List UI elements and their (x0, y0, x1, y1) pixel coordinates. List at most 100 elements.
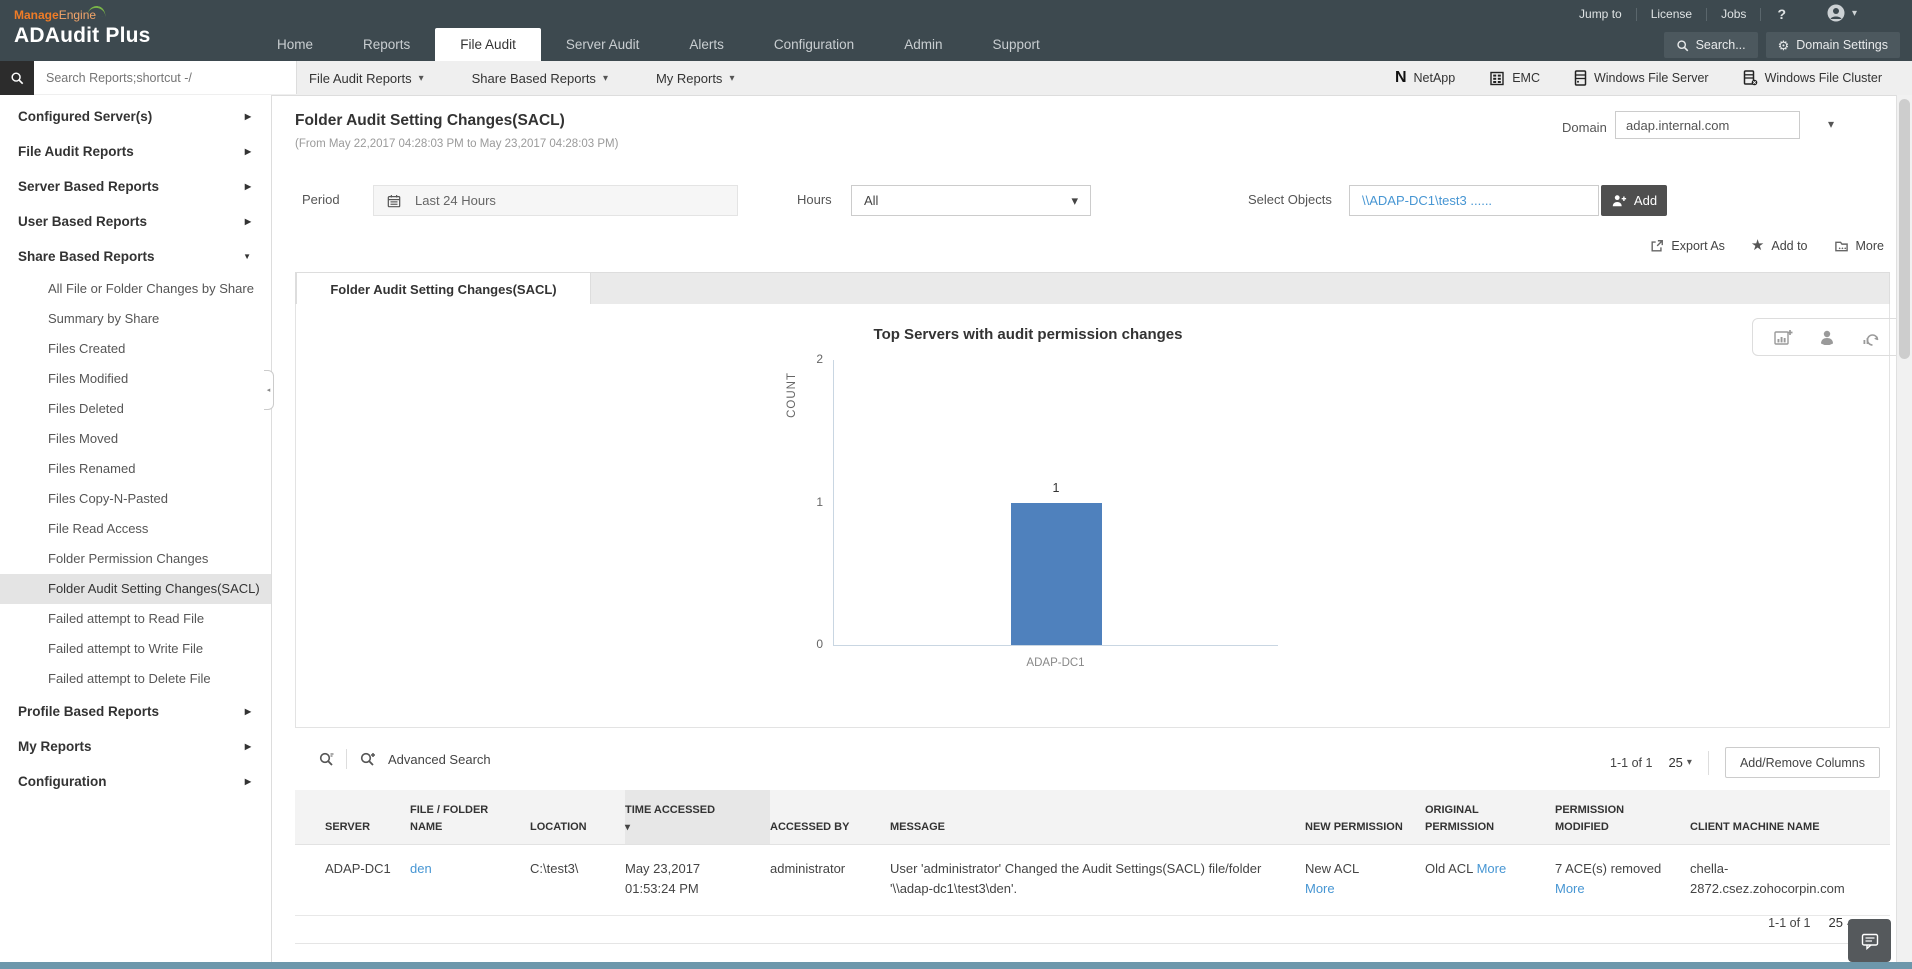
platform-windows-file-cluster[interactable]: Windows File Cluster (1743, 70, 1882, 86)
bar-adap-dc1[interactable] (1010, 502, 1102, 645)
menu-file-audit-reports[interactable]: File Audit Reports ▾ (285, 71, 448, 86)
column-header-server[interactable]: SERVER (325, 790, 410, 844)
sidebar-section-server-based-reports[interactable]: Server Based Reports ▶ (0, 169, 271, 204)
add-to-label: Add to (1771, 238, 1808, 253)
platform-netapp[interactable]: N NetApp (1395, 69, 1455, 87)
refresh-chart-icon[interactable] (1862, 329, 1880, 346)
nav-tab-file-audit[interactable]: File Audit (435, 28, 541, 61)
y-axis-tick-1: 1 (816, 494, 823, 509)
column-header-label: ACCESSED BY (770, 820, 850, 833)
sidebar-item-file-read-access[interactable]: File Read Access (0, 514, 271, 544)
sidebar-item-failed-attempt-to-write-file[interactable]: Failed attempt to Write File (0, 634, 271, 664)
column-header-location[interactable]: LOCATION (530, 790, 625, 844)
more-button[interactable]: More (1834, 239, 1884, 253)
divider (1707, 750, 1709, 775)
menu-share-based-reports[interactable]: Share Based Reports ▾ (448, 71, 632, 86)
platform-label: EMC (1512, 71, 1540, 85)
sidebar-item-folder-audit-setting-changes-sacl[interactable]: Folder Audit Setting Changes(SACL) (0, 574, 271, 604)
domain-select[interactable]: adap.internal.com (1615, 111, 1800, 139)
chat-button[interactable] (1848, 919, 1891, 962)
column-header-file-folder-name[interactable]: FILE / FOLDER NAME (410, 790, 530, 844)
jump-to-link[interactable]: Jump to (1565, 7, 1636, 21)
nav-tab-configuration[interactable]: Configuration (749, 28, 879, 61)
original-permission-more-link[interactable]: More (1477, 861, 1507, 876)
nav-tab-home[interactable]: Home (252, 28, 338, 61)
pagination-bottom-row: 1-1 of 1 25 ▴ (1768, 915, 1852, 930)
sidebar-section-my-reports[interactable]: My Reports ▶ (0, 729, 271, 764)
column-header-accessed-by[interactable]: ACCESSED BY (770, 790, 890, 844)
nav-tab-admin[interactable]: Admin (879, 28, 967, 61)
report-tabrow: Folder Audit Setting Changes(SACL) (295, 272, 1890, 306)
add-remove-columns-button[interactable]: Add/Remove Columns (1724, 747, 1880, 778)
user-menu[interactable]: ▾ (1826, 3, 1857, 23)
period-picker[interactable]: Last 24 Hours (373, 185, 738, 216)
sidebar-item-files-renamed[interactable]: Files Renamed (0, 454, 271, 484)
sidebar-item-failed-attempt-to-read-file[interactable]: Failed attempt to Read File (0, 604, 271, 634)
permission-modified-more-link[interactable]: More (1555, 881, 1585, 896)
add-button-label: Add (1633, 193, 1658, 208)
sidebar-section-configured-server-s[interactable]: Configured Server(s) ▶ (0, 99, 271, 134)
sidebar-item-files-copy-n-pasted[interactable]: Files Copy-N-Pasted (0, 484, 271, 514)
sidebar-item-files-deleted[interactable]: Files Deleted (0, 394, 271, 424)
reports-toolbar: File Audit Reports▾Share Based Reports▾M… (0, 61, 1912, 96)
file-folder-link[interactable]: den (410, 861, 432, 876)
nav-tab-server-audit[interactable]: Server Audit (541, 28, 665, 61)
jobs-link[interactable]: Jobs (1707, 7, 1760, 21)
sidebar-item-summary-by-share[interactable]: Summary by Share (0, 304, 271, 334)
column-header-label: MESSAGE (890, 820, 946, 833)
sidebar-section-profile-based-reports[interactable]: Profile Based Reports ▶ (0, 694, 271, 729)
nav-tab-support[interactable]: Support (967, 28, 1064, 61)
nav-tab-alerts[interactable]: Alerts (664, 28, 749, 61)
column-header-message[interactable]: MESSAGE (890, 790, 1305, 844)
cell-permission-modified: 7 ACE(s) removed More (1555, 859, 1690, 899)
sidebar-item-files-created[interactable]: Files Created (0, 334, 271, 364)
search-icon-box[interactable] (0, 61, 34, 95)
add-object-button[interactable]: Add (1601, 185, 1667, 216)
platform-emc[interactable]: EMC (1489, 71, 1540, 86)
new-permission-more-link[interactable]: More (1305, 879, 1407, 899)
sidebar-collapse-handle[interactable]: ◂ (264, 370, 274, 410)
chart-toolbar (1752, 318, 1902, 356)
nav-tab-reports[interactable]: Reports (338, 28, 435, 61)
page-size-select[interactable]: 25 ▾ (1668, 755, 1692, 770)
advanced-search-icon[interactable] (359, 751, 376, 767)
pagination-top: 1-1 of 1 (1610, 755, 1653, 770)
sidebar-item-folder-permission-changes[interactable]: Folder Permission Changes (0, 544, 271, 574)
page-scrollbar[interactable] (1896, 95, 1912, 962)
export-as-button[interactable]: Export As (1650, 239, 1725, 253)
domain-settings-button[interactable]: ⚙ Domain Settings (1765, 32, 1900, 58)
topbar-links: Jump to License Jobs ? (1565, 0, 1802, 28)
hours-label: Hours (797, 192, 832, 207)
sidebar-item-all-file-or-folder-changes-by-share[interactable]: All File or Folder Changes by Share (0, 274, 271, 304)
report-search-input[interactable] (34, 61, 297, 94)
license-link[interactable]: License (1637, 7, 1706, 21)
menu-my-reports[interactable]: My Reports ▾ (632, 71, 759, 86)
select-objects-input[interactable] (1349, 185, 1599, 216)
column-header-time-accessed[interactable]: TIME ACCESSED ▾ (625, 790, 770, 844)
quick-search-icon[interactable] (318, 751, 334, 767)
sidebar-section-file-audit-reports[interactable]: File Audit Reports ▶ (0, 134, 271, 169)
sidebar-section-configuration[interactable]: Configuration ▶ (0, 764, 271, 799)
advanced-search-label[interactable]: Advanced Search (388, 752, 491, 767)
sidebar-item-files-moved[interactable]: Files Moved (0, 424, 271, 454)
report-tab-active[interactable]: Folder Audit Setting Changes(SACL) (296, 272, 591, 306)
scrollbar-thumb[interactable] (1899, 99, 1910, 359)
add-chart-icon[interactable] (1774, 329, 1793, 346)
sidebar-item-failed-attempt-to-delete-file[interactable]: Failed attempt to Delete File (0, 664, 271, 694)
add-to-button[interactable]: ★ Add to (1751, 238, 1808, 253)
sidebar-section-user-based-reports[interactable]: User Based Reports ▶ (0, 204, 271, 239)
column-header-permission-modified[interactable]: PERMISSION MODIFIED (1555, 790, 1690, 844)
help-icon[interactable]: ? (1761, 6, 1802, 22)
hours-select[interactable]: All ▾ (851, 185, 1091, 216)
column-header-client-machine-name[interactable]: CLIENT MACHINE NAME (1690, 790, 1875, 844)
column-header-new-permission[interactable]: NEW PERMISSION (1305, 790, 1425, 844)
gear-icon: ⚙ (1777, 37, 1790, 53)
sidebar-section-share-based-reports[interactable]: Share Based Reports ▼ (0, 239, 271, 274)
sidebar-item-files-modified[interactable]: Files Modified (0, 364, 271, 394)
platform-windows-file-server[interactable]: Windows File Server (1574, 70, 1709, 86)
column-header-original-permission[interactable]: ORIGINAL PERMISSION (1425, 790, 1555, 844)
chart-y-axis-label: COUNT (786, 372, 798, 418)
user-report-icon[interactable] (1819, 329, 1835, 346)
chevron-down-icon[interactable]: ▾ (1828, 117, 1834, 131)
global-search-button[interactable]: Search... (1663, 32, 1758, 58)
